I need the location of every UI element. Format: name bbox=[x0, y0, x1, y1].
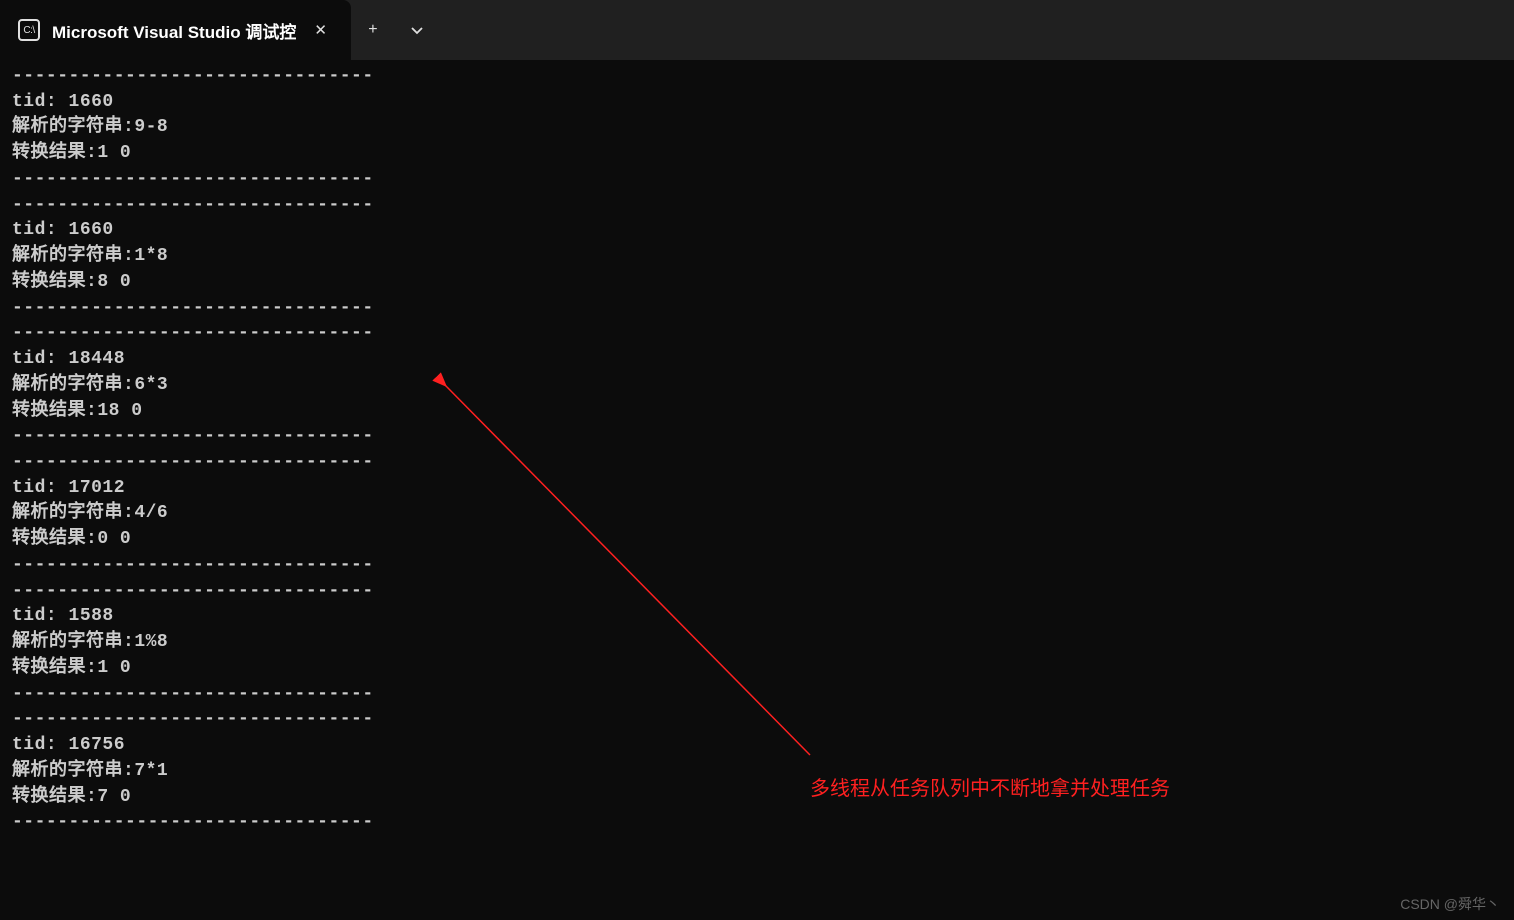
output-line: tid: 16756 bbox=[12, 735, 125, 755]
output-line: tid: 1660 bbox=[12, 220, 114, 240]
close-tab-button[interactable]: ✕ bbox=[308, 19, 333, 42]
titlebar-actions: + bbox=[351, 0, 439, 60]
output-line: 解析的字符串:1%8 bbox=[12, 632, 168, 652]
output-line: 转换结果:7 0 bbox=[12, 787, 131, 807]
output-line: -------------------------------- bbox=[12, 298, 374, 318]
output-line: -------------------------------- bbox=[12, 323, 374, 343]
output-line: -------------------------------- bbox=[12, 709, 374, 729]
chevron-down-icon bbox=[410, 23, 424, 37]
active-tab[interactable]: C:\ Microsoft Visual Studio 调试控 ✕ bbox=[0, 0, 351, 60]
output-line: 转换结果:18 0 bbox=[12, 401, 143, 421]
terminal-icon: C:\ bbox=[18, 19, 40, 41]
output-line: 解析的字符串:4/6 bbox=[12, 503, 168, 523]
tab-dropdown-button[interactable] bbox=[395, 0, 439, 60]
tab-title: Microsoft Visual Studio 调试控 bbox=[52, 18, 296, 43]
output-line: -------------------------------- bbox=[12, 581, 374, 601]
output-line: -------------------------------- bbox=[12, 66, 374, 86]
output-line: -------------------------------- bbox=[12, 195, 374, 215]
watermark: CSDN @舜华丶 bbox=[1400, 894, 1500, 914]
output-line: tid: 18448 bbox=[12, 349, 125, 369]
new-tab-button[interactable]: + bbox=[351, 0, 395, 60]
output-line: tid: 1588 bbox=[12, 606, 114, 626]
output-line: 转换结果:0 0 bbox=[12, 529, 131, 549]
output-line: 解析的字符串:7*1 bbox=[12, 761, 168, 781]
output-line: 转换结果:8 0 bbox=[12, 272, 131, 292]
output-line: -------------------------------- bbox=[12, 555, 374, 575]
output-line: -------------------------------- bbox=[12, 812, 374, 832]
output-line: 解析的字符串:9-8 bbox=[12, 117, 168, 137]
output-line: -------------------------------- bbox=[12, 426, 374, 446]
output-line: tid: 1660 bbox=[12, 92, 114, 112]
output-line: 解析的字符串:6*3 bbox=[12, 375, 168, 395]
output-line: tid: 17012 bbox=[12, 478, 125, 498]
output-line: 转换结果:1 0 bbox=[12, 658, 131, 678]
annotation-text: 多线程从任务队列中不断地拿并处理任务 bbox=[810, 772, 1170, 801]
titlebar: C:\ Microsoft Visual Studio 调试控 ✕ + bbox=[0, 0, 1514, 60]
output-line: 解析的字符串:1*8 bbox=[12, 246, 168, 266]
console-output: -------------------------------- tid: 16… bbox=[0, 60, 1514, 840]
output-line: -------------------------------- bbox=[12, 452, 374, 472]
output-line: -------------------------------- bbox=[12, 684, 374, 704]
output-line: -------------------------------- bbox=[12, 169, 374, 189]
output-line: 转换结果:1 0 bbox=[12, 143, 131, 163]
